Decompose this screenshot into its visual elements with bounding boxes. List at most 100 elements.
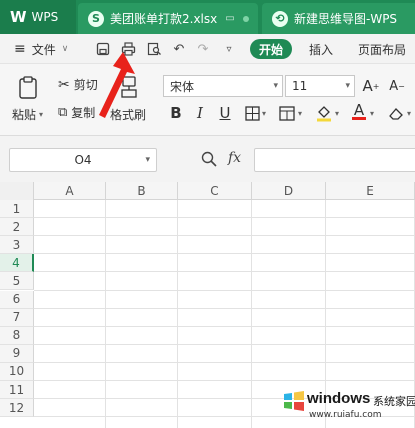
tab-insert[interactable]: 插入 <box>309 34 333 64</box>
tab-start[interactable]: 开始 <box>250 39 292 59</box>
grid-row-line <box>34 253 415 255</box>
formula-bar: O4 ▾ fx <box>0 136 415 182</box>
mindmap-icon: ⟲ <box>272 10 288 27</box>
row-header[interactable]: 7 <box>0 308 34 327</box>
row-header[interactable]: 3 <box>0 236 34 255</box>
border-dropdown-icon[interactable]: ▾ <box>262 109 266 118</box>
fill-color-icon[interactable] <box>313 102 335 124</box>
row-header[interactable]: 4 <box>0 254 34 273</box>
tab-page-layout[interactable]: 页面布局 <box>358 34 406 64</box>
column-header[interactable]: D <box>252 182 326 200</box>
font-name-select[interactable]: 宋体 ▾ <box>163 75 283 97</box>
increase-font-size-icon[interactable]: A + <box>360 75 382 97</box>
tab-wps-label: WPS <box>31 10 59 24</box>
fill-color-dropdown-icon[interactable]: ▾ <box>335 109 339 118</box>
grid-row-line <box>34 235 415 237</box>
decrease-font-size-icon[interactable]: A − <box>386 75 408 97</box>
row-header[interactable]: 10 <box>0 362 34 381</box>
row-header[interactable]: 11 <box>0 381 34 399</box>
chevron-down-icon: ▾ <box>345 81 350 91</box>
underline-button[interactable]: U <box>214 102 236 124</box>
row-header[interactable]: 12 <box>0 399 34 418</box>
chevron-down-icon: ▾ <box>273 81 278 91</box>
font-size-select[interactable]: 11 ▾ <box>285 75 355 97</box>
grid-row-line <box>34 271 415 273</box>
bold-button[interactable]: B <box>165 102 187 124</box>
title-tab-bar: W WPS S 美团账单打款2.xlsx ▭ ⟲ 新建思维导图-WPS <box>0 0 415 34</box>
paste-button[interactable]: 粘贴 ▾ <box>12 106 43 123</box>
tab-spreadsheet[interactable]: S 美团账单打款2.xlsx ▭ <box>78 3 258 34</box>
formula-input[interactable] <box>254 148 415 172</box>
name-box-value: O4 <box>74 153 92 167</box>
unsaved-dot-icon <box>242 15 249 22</box>
row-header[interactable]: 8 <box>0 326 34 345</box>
select-all-corner[interactable] <box>0 182 34 200</box>
row-header[interactable]: 5 <box>0 272 34 291</box>
font-color-letter: A <box>353 100 365 119</box>
row-header[interactable]: 6 <box>0 290 34 309</box>
grid-row-line <box>34 307 415 309</box>
undo-icon[interactable]: ↶ <box>170 40 188 58</box>
border-icon[interactable] <box>241 102 263 124</box>
ribbon-toolbar: 粘贴 ▾ ✂ 剪切 ⧉ 复制 格式刷 宋体 ▾ 11 ▾ A + A − B I U… <box>0 64 415 136</box>
copy-label: 复制 <box>71 106 96 120</box>
chevron-down-icon: ▾ <box>145 155 150 165</box>
row-header[interactable]: 1 <box>0 200 34 218</box>
grid-row-line <box>34 361 415 363</box>
file-menu[interactable]: ≡ 文件 ∨ <box>14 34 68 64</box>
font-color-swatch <box>352 116 366 120</box>
grid-row-line <box>34 217 415 219</box>
merge-cells-icon[interactable] <box>276 102 298 124</box>
clear-dropdown-icon[interactable]: ▾ <box>407 109 411 118</box>
font-color-button[interactable]: A <box>348 100 370 122</box>
grid-row-line <box>34 380 415 381</box>
cut-button[interactable]: ✂ 剪切 <box>58 76 98 93</box>
italic-button[interactable]: I <box>189 102 211 124</box>
red-arrow-annotation <box>99 52 135 118</box>
grid-column-line <box>251 200 252 428</box>
menu-bar: ≡ 文件 ∨ ↶ ↷ ▿ 开始 插入 页面布局 <box>0 34 415 64</box>
font-name-value: 宋体 <box>170 79 195 94</box>
column-header[interactable]: B <box>106 182 178 200</box>
paste-icon[interactable] <box>14 74 42 102</box>
site-watermark: windows 系统家园 www.ruiafu.com <box>283 386 415 428</box>
font-size-value: 11 <box>292 79 308 93</box>
watermark-brand: windows <box>307 390 371 407</box>
font-color-dropdown-icon[interactable]: ▾ <box>370 109 374 118</box>
zoom-search-icon[interactable] <box>200 150 218 168</box>
paste-label: 粘贴 <box>12 108 37 122</box>
row-header[interactable]: 9 <box>0 344 34 363</box>
grid-column-line <box>177 200 178 428</box>
hamburger-icon: ≡ <box>14 41 26 57</box>
tab-mindmap[interactable]: ⟲ 新建思维导图-WPS <box>262 3 415 34</box>
merge-dropdown-icon[interactable]: ▾ <box>298 109 302 118</box>
name-box[interactable]: O4 ▾ <box>9 148 157 172</box>
monitor-icon: ▭ <box>225 13 235 24</box>
watermark-suffix: 系统家园 <box>373 395 415 408</box>
fx-button[interactable]: fx <box>228 150 241 166</box>
tab-wps-home[interactable]: W WPS <box>0 0 76 34</box>
eraser-icon[interactable] <box>385 102 407 124</box>
column-header-row: ABCDE <box>0 182 415 200</box>
copy-icon: ⧉ <box>58 105 68 120</box>
scissors-icon: ✂ <box>58 76 70 93</box>
copy-button[interactable]: ⧉ 复制 <box>58 104 95 121</box>
print-preview-icon[interactable] <box>145 40 163 58</box>
row-header[interactable]: 2 <box>0 218 34 237</box>
grid-row-line <box>34 289 415 291</box>
windows-logo-icon <box>284 391 304 411</box>
column-header[interactable]: C <box>178 182 252 200</box>
customize-quick-access-icon[interactable]: ▿ <box>220 40 238 58</box>
grid-row-line <box>34 325 415 327</box>
column-header[interactable]: A <box>34 182 106 200</box>
paste-dropdown-icon: ▾ <box>39 110 44 119</box>
redo-icon[interactable]: ↷ <box>194 40 212 58</box>
column-header[interactable]: E <box>326 182 415 200</box>
grid-column-line <box>105 200 106 428</box>
chevron-down-icon: ∨ <box>61 44 69 54</box>
wps-logo-icon: W <box>10 8 27 26</box>
tab-mindmap-label: 新建思维导图-WPS <box>294 12 398 26</box>
file-menu-label: 文件 <box>31 42 56 57</box>
spreadsheet-icon: S <box>88 10 104 27</box>
watermark-url: www.ruiafu.com <box>309 410 382 420</box>
